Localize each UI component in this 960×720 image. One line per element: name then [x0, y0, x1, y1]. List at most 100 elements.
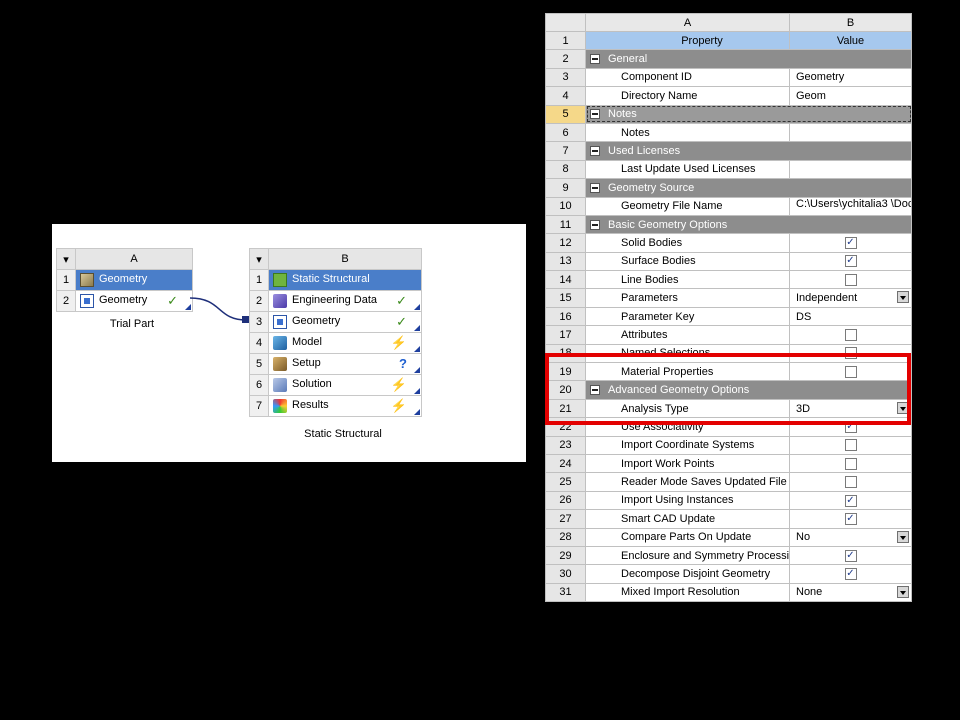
- property-label: Import Coordinate Systems: [585, 435, 790, 455]
- property-row[interactable]: 4 Directory Name Geom: [545, 86, 912, 106]
- property-checkbox[interactable]: ✓: [844, 568, 857, 581]
- property-checkbox[interactable]: [844, 439, 857, 452]
- property-row[interactable]: 25 Reader Mode Saves Updated File: [545, 472, 912, 492]
- system-row[interactable]: 1 Static Structural: [249, 269, 422, 291]
- property-label: Line Bodies: [585, 270, 790, 290]
- value-cell[interactable]: C:\Users\ychitalia3 \Documents\Research …: [789, 196, 912, 216]
- property-row[interactable]: 14 Line Bodies: [545, 270, 912, 290]
- property-checkbox[interactable]: [844, 457, 857, 470]
- column-b-header[interactable]: B: [789, 13, 912, 32]
- property-checkbox[interactable]: ✓: [844, 494, 857, 507]
- property-row[interactable]: 29 Enclosure and Symmetry Processing ✓: [545, 545, 912, 566]
- system-b-caption[interactable]: Static Structural: [267, 428, 419, 440]
- properties-grid: A B 1 Property Value 2 General 3 Component …: [545, 13, 912, 603]
- property-label: Parameters: [585, 288, 790, 308]
- category-header[interactable]: Basic Geometry Options: [585, 214, 912, 235]
- category-header[interactable]: Used Licenses: [585, 141, 912, 161]
- property-label: Import Work Points: [585, 453, 790, 474]
- category-label: Geometry Source: [608, 181, 695, 194]
- property-checkbox[interactable]: ✓: [844, 255, 857, 268]
- row-number: 1: [545, 30, 586, 51]
- property-checkbox[interactable]: [844, 328, 857, 341]
- row-number: 5: [545, 104, 586, 124]
- property-header-row: 1 Property Value: [545, 30, 912, 51]
- property-row[interactable]: 3 Component ID Geometry: [545, 67, 912, 88]
- property-row[interactable]: 27 Smart CAD Update ✓: [545, 509, 912, 529]
- property-row[interactable]: 26 Import Using Instances ✓: [545, 490, 912, 511]
- property-row[interactable]: 24 Import Work Points: [545, 453, 912, 474]
- property-row[interactable]: 10 Geometry File Name C:\Users\ychitalia3 …: [545, 196, 912, 216]
- system-row[interactable]: 6 Solution ⚡: [249, 374, 422, 396]
- property-row[interactable]: 8 Last Update Used Licenses: [545, 159, 912, 180]
- dropdown-arrow-icon[interactable]: [897, 530, 909, 543]
- property-row[interactable]: 30 Decompose Disjoint Geometry ✓: [545, 564, 912, 584]
- collapse-icon[interactable]: [590, 54, 600, 65]
- system-row[interactable]: 7 Results ⚡: [249, 395, 422, 417]
- row-number: 11: [545, 214, 586, 235]
- category-header[interactable]: General: [585, 49, 912, 69]
- value-cell: No: [789, 527, 912, 547]
- collapse-icon[interactable]: [590, 182, 600, 193]
- cell-label: Model: [292, 336, 322, 348]
- category-header[interactable]: Geometry Source: [585, 178, 912, 198]
- check-status-icon: ✓: [396, 314, 407, 329]
- property-row[interactable]: 31 Mixed Import Resolution None: [545, 582, 912, 603]
- property-label: Surface Bodies: [585, 251, 790, 272]
- category-row[interactable]: 2 General: [545, 49, 912, 69]
- collapse-icon[interactable]: [590, 219, 600, 230]
- property-row[interactable]: 6 Notes: [545, 122, 912, 143]
- dropdown-arrow-icon[interactable]: [897, 585, 909, 598]
- property-checkbox[interactable]: ✓: [844, 237, 857, 250]
- system-row[interactable]: 5 Setup?: [249, 353, 422, 375]
- property-label: Reader Mode Saves Updated File: [585, 472, 790, 492]
- refresh-required-icon: ⚡: [390, 335, 407, 350]
- results-icon: [273, 399, 287, 413]
- system-column-header: B: [268, 248, 422, 270]
- value-cell[interactable]: [789, 122, 912, 143]
- category-row[interactable]: 9 Geometry Source: [545, 178, 912, 198]
- system-row[interactable]: 3 Geometry ✓: [249, 311, 422, 333]
- property-row[interactable]: 28 Compare Parts On Update No: [545, 527, 912, 547]
- collapse-icon[interactable]: [590, 146, 600, 157]
- value-cell[interactable]: [789, 159, 912, 180]
- property-row[interactable]: 17 Attributes: [545, 325, 912, 345]
- row-number: 8: [545, 159, 586, 180]
- collapse-icon[interactable]: [590, 109, 600, 120]
- category-row[interactable]: 11 Basic Geometry Options: [545, 214, 912, 235]
- value-cell[interactable]: Geom: [789, 86, 912, 106]
- property-checkbox[interactable]: ✓: [844, 549, 857, 562]
- static-structural-icon: [273, 273, 287, 287]
- row-number: 24: [545, 453, 586, 474]
- value-cell[interactable]: DS: [789, 306, 912, 327]
- property-row[interactable]: 16 Parameter Key DS: [545, 306, 912, 327]
- cell-label: Static Structural: [292, 273, 370, 285]
- system-row[interactable]: 2 Engineering Data ✓: [249, 290, 422, 312]
- category-header[interactable]: Notes: [585, 104, 912, 124]
- annotation-highlight-box: [545, 353, 911, 425]
- cell-corner-marker: [414, 409, 420, 415]
- dropdown-value[interactable]: No: [796, 531, 810, 543]
- cell-corner-marker: [414, 367, 420, 373]
- property-row[interactable]: 12 Solid Bodies ✓: [545, 233, 912, 253]
- property-checkbox[interactable]: [844, 273, 857, 286]
- value-cell: ✓: [789, 564, 912, 584]
- system-row[interactable]: 4 Model ⚡: [249, 332, 422, 354]
- row-number: 3: [249, 311, 269, 333]
- category-row[interactable]: 7 Used Licenses: [545, 141, 912, 161]
- cell-label: Geometry: [292, 315, 341, 327]
- value-cell[interactable]: Geometry: [789, 67, 912, 88]
- dropdown-arrow-icon[interactable]: [897, 291, 909, 304]
- property-checkbox[interactable]: ✓: [844, 512, 857, 525]
- column-a-header[interactable]: A: [585, 13, 790, 32]
- category-row[interactable]: 5 Notes: [545, 104, 912, 124]
- property-checkbox[interactable]: [844, 476, 857, 489]
- property-row[interactable]: 15 Parameters Independent: [545, 288, 912, 308]
- system-menu-dropdown-icon[interactable]: ▾: [249, 248, 269, 270]
- dropdown-value[interactable]: None: [796, 586, 822, 598]
- dropdown-value[interactable]: Independent: [796, 292, 857, 304]
- property-row[interactable]: 13 Surface Bodies ✓: [545, 251, 912, 272]
- row-number: 26: [545, 490, 586, 511]
- property-row[interactable]: 23 Import Coordinate Systems: [545, 435, 912, 455]
- property-label: Attributes: [585, 325, 790, 345]
- row-number: 23: [545, 435, 586, 455]
